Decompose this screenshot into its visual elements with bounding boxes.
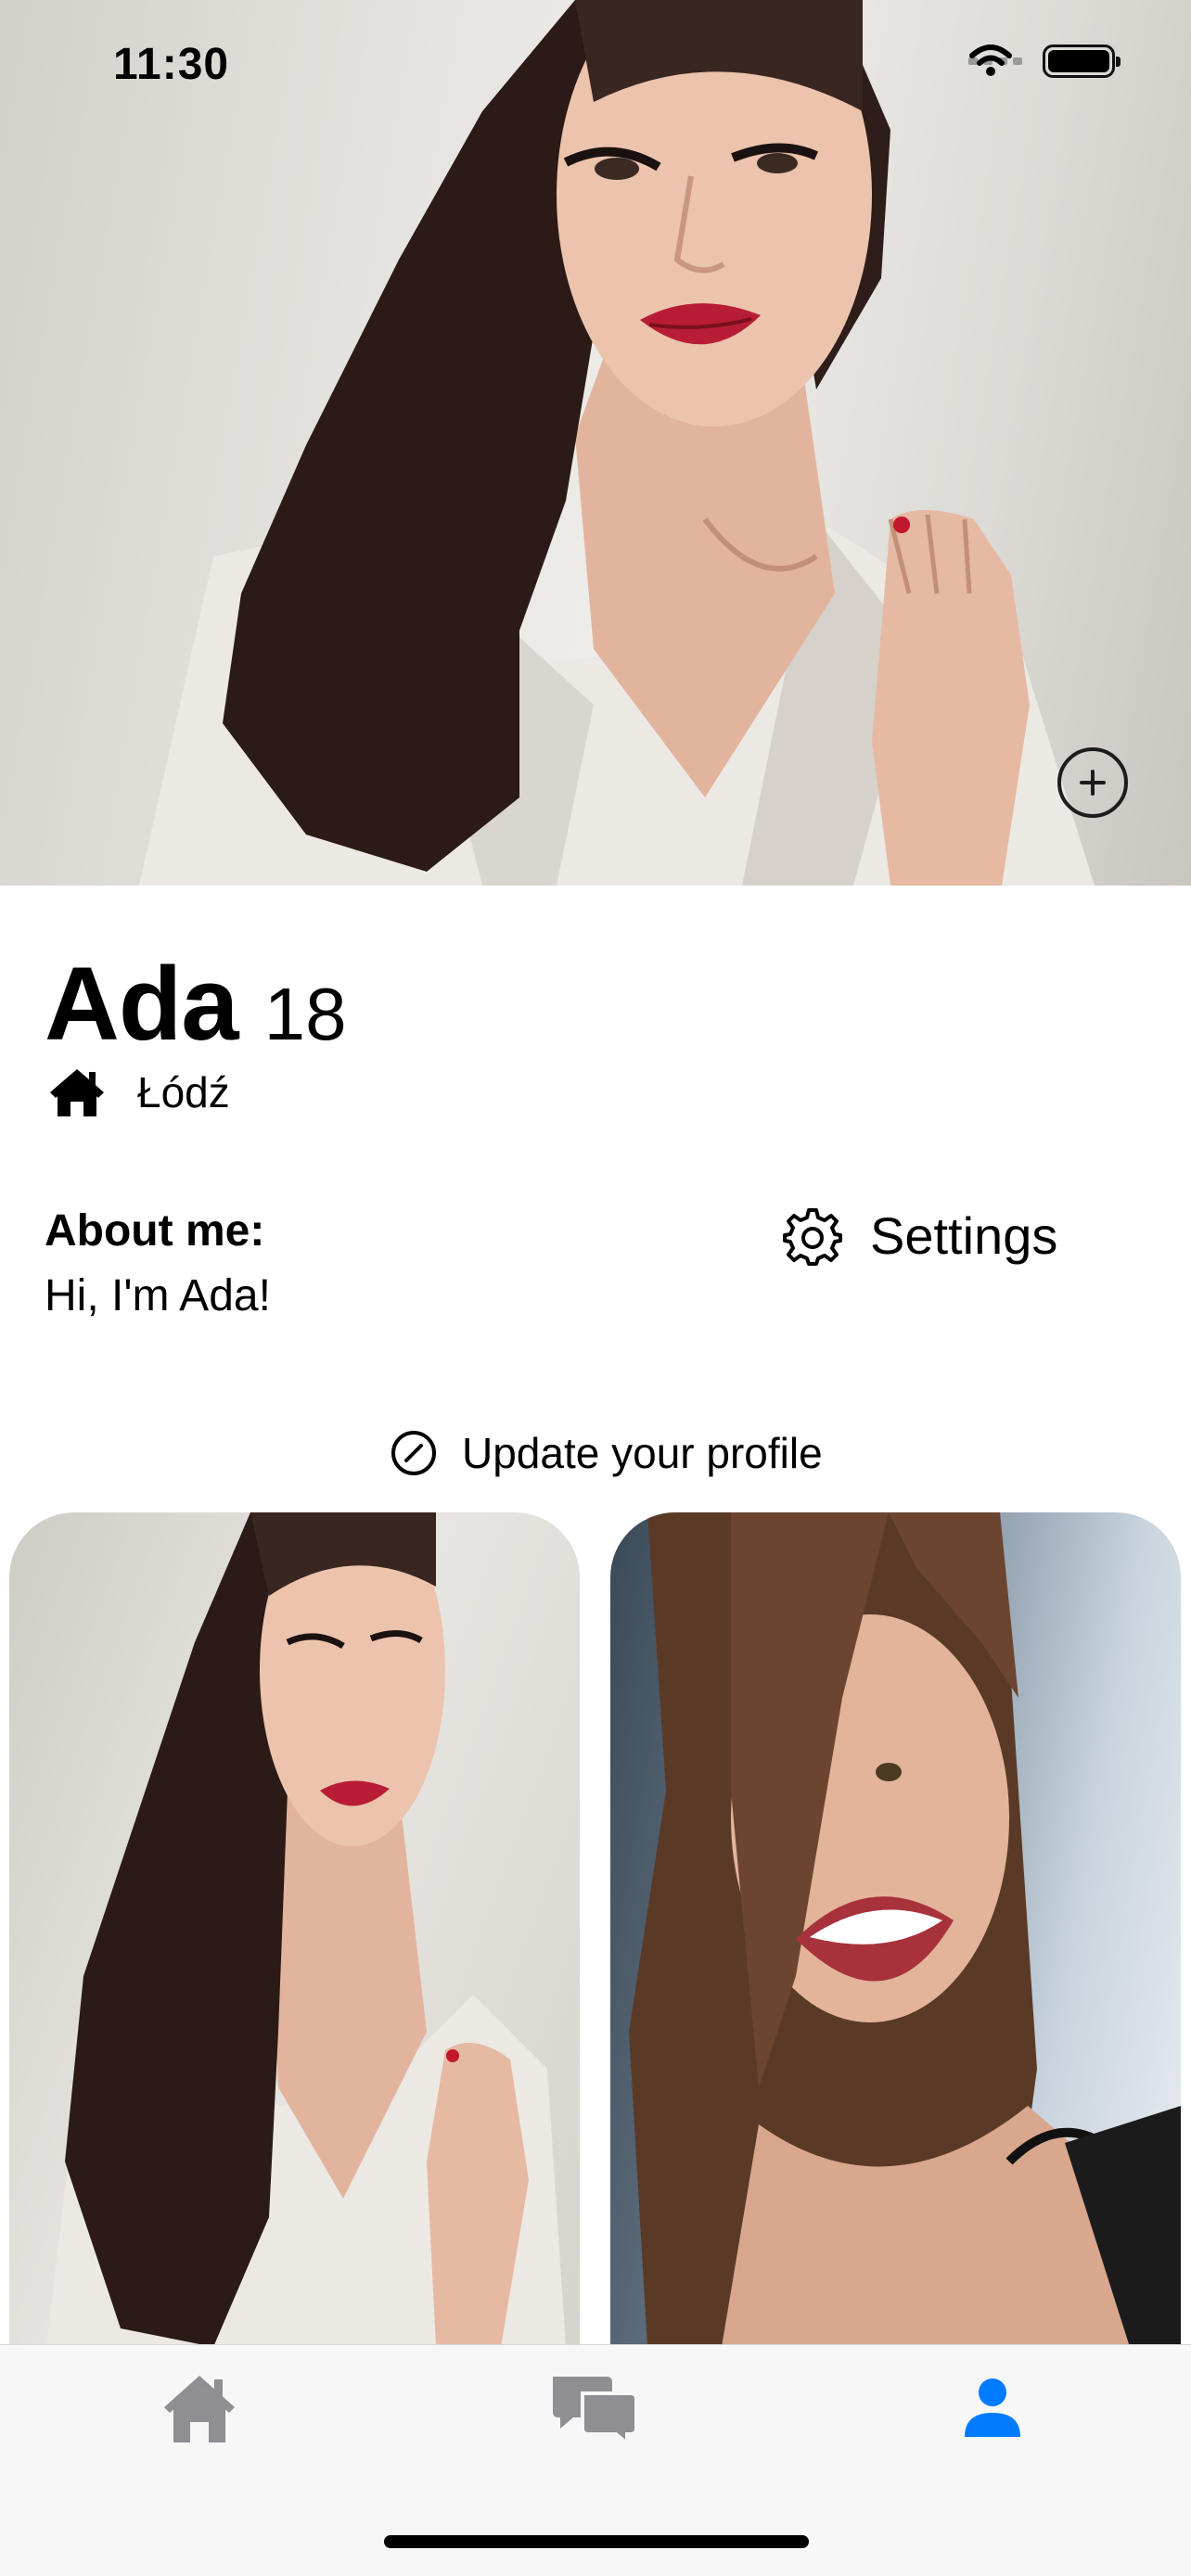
about-text: Hi, I'm Ada! (45, 1271, 271, 1320)
house-icon (164, 2376, 235, 2442)
update-profile-button[interactable]: Update your profile (390, 1428, 823, 1478)
profile-photo-1[interactable] (9, 1512, 580, 2347)
about-label: About me: (45, 1206, 265, 1256)
tab-messages[interactable] (547, 2362, 640, 2455)
portrait-illustration (139, 0, 1095, 886)
settings-label: Settings (870, 1206, 1058, 1265)
city-label: Łódź (137, 1068, 230, 1116)
gear-icon (783, 1207, 842, 1266)
person-icon (965, 2378, 1020, 2437)
settings-button[interactable]: Settings (783, 1205, 1057, 1266)
add-photo-button[interactable] (1057, 747, 1128, 818)
home-indicator (384, 2535, 809, 2548)
update-profile-label: Update your profile (462, 1429, 823, 1477)
tab-home[interactable] (158, 2362, 241, 2455)
chat-bubbles-icon (553, 2377, 638, 2445)
wifi-icon (969, 45, 1012, 76)
portrait-illustration (46, 1512, 566, 2347)
slash-circle-icon (391, 1431, 436, 1475)
profile-screen: 11:30 Ada 18 Łódź About me: Hi, I'm Ada! (0, 0, 1191, 2576)
status-time: 11:30 (113, 40, 230, 89)
portrait-illustration (629, 1512, 1181, 2347)
status-icons (968, 45, 1121, 78)
profile-age: 18 (263, 973, 347, 1055)
location-row: Łódź (48, 1066, 230, 1118)
battery-icon (1043, 45, 1121, 78)
tab-profile[interactable] (957, 2362, 1028, 2455)
name-row: Ada 18 (45, 944, 347, 1064)
profile-photo-2[interactable] (610, 1512, 1181, 2347)
profile-name: Ada (45, 946, 239, 1062)
main-profile-photo[interactable]: 11:30 (0, 0, 1191, 886)
house-icon (50, 1069, 104, 1116)
